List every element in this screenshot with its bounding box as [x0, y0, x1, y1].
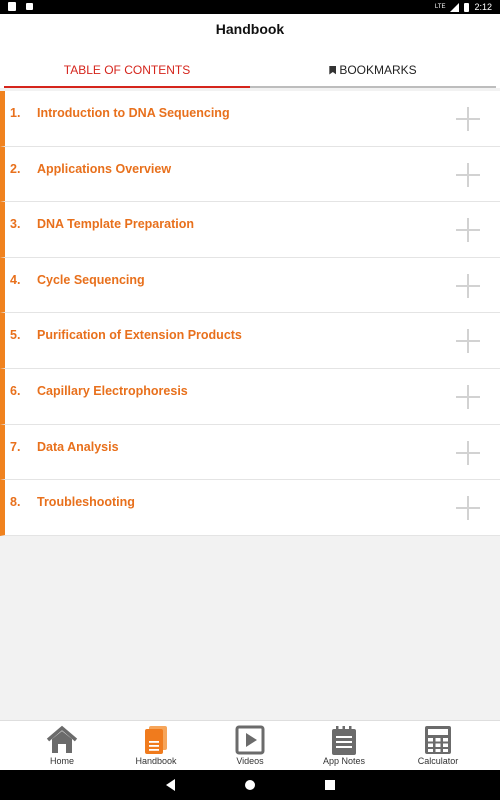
toc-item[interactable]: 2. Applications Overview: [0, 146, 500, 203]
toc-item[interactable]: 8. Troubleshooting: [0, 480, 500, 536]
tab-table-of-contents[interactable]: TABLE OF CONTENTS: [4, 54, 250, 88]
sd-card-icon: [8, 2, 16, 11]
toc-title: Data Analysis: [37, 439, 119, 454]
expand-plus-icon[interactable]: [456, 218, 480, 243]
toc-number: 5.: [10, 328, 21, 343]
status-bar: LTE 2:12: [0, 0, 500, 14]
expand-plus-icon[interactable]: [456, 384, 480, 409]
toc-title: Troubleshooting: [37, 495, 135, 510]
video-icon: [235, 725, 265, 755]
clock: 2:12: [474, 2, 492, 12]
toc-number: 8.: [10, 495, 21, 510]
toc-list: 1. Introduction to DNA Sequencing 2. App…: [0, 91, 500, 536]
expand-plus-icon[interactable]: [456, 329, 480, 354]
tab-label: BOOKMARKS: [339, 63, 417, 77]
toc-title: Applications Overview: [37, 161, 172, 176]
toc-title: Capillary Electrophoresis: [37, 383, 188, 398]
home-icon: [46, 725, 78, 753]
tab-label: TABLE OF CONTENTS: [63, 63, 191, 77]
nav-label: App Notes: [322, 756, 366, 766]
nav-handbook[interactable]: Handbook: [106, 721, 206, 771]
nav-label: Videos: [236, 756, 264, 766]
toc-number: 3.: [10, 217, 21, 232]
nav-label: Calculator: [417, 756, 459, 766]
toc-number: 2.: [10, 161, 21, 176]
home-button-icon[interactable]: [245, 780, 255, 790]
bookmark-icon: [329, 65, 337, 75]
toc-item[interactable]: 4. Cycle Sequencing: [0, 257, 500, 314]
toc-number: 6.: [10, 383, 21, 398]
recents-icon[interactable]: [325, 780, 335, 790]
toc-title: Introduction to DNA Sequencing: [37, 106, 230, 120]
expand-plus-icon[interactable]: [456, 496, 480, 521]
expand-plus-icon[interactable]: [456, 162, 480, 187]
bottom-nav: Home Handbook Videos App Notes Calculato…: [0, 720, 500, 770]
battery-icon: [464, 2, 470, 12]
toc-title: Cycle Sequencing: [37, 272, 145, 287]
expand-plus-icon[interactable]: [456, 273, 480, 298]
toc-item[interactable]: 5. Purification of Extension Products: [0, 313, 500, 369]
toc-item[interactable]: 6. Capillary Electrophoresis: [0, 368, 500, 425]
toc-number: 7.: [10, 439, 21, 454]
toc-item[interactable]: 1. Introduction to DNA Sequencing: [0, 91, 500, 147]
page-title: Handbook: [215, 21, 285, 37]
tab-bar: TABLE OF CONTENTS BOOKMARKS: [0, 54, 500, 88]
app-notes-icon: [332, 726, 356, 755]
nav-home[interactable]: Home: [12, 721, 112, 771]
network-type: LTE: [434, 3, 446, 10]
toc-number: 1.: [10, 106, 21, 120]
toc-title: Purification of Extension Products: [37, 328, 242, 343]
nav-label: Handbook: [135, 756, 177, 766]
expand-plus-icon[interactable]: [456, 440, 480, 465]
system-nav-bar: [0, 770, 500, 800]
back-icon[interactable]: [166, 779, 175, 791]
tab-bookmarks[interactable]: BOOKMARKS: [250, 54, 496, 88]
nav-app-notes[interactable]: App Notes: [294, 721, 394, 771]
nav-videos[interactable]: Videos: [200, 721, 300, 771]
expand-plus-icon[interactable]: [456, 107, 480, 131]
calculator-icon: [425, 726, 451, 754]
toc-title: DNA Template Preparation: [37, 217, 194, 232]
toc-item[interactable]: 3. DNA Template Preparation: [0, 202, 500, 258]
nav-calculator[interactable]: Calculator: [388, 721, 488, 771]
handbook-icon: [145, 726, 167, 754]
status-right: LTE 2:12: [435, 1, 492, 13]
status-left: [8, 2, 33, 11]
nav-label: Home: [49, 756, 74, 766]
signal-icon: [450, 2, 460, 12]
app-bar: Handbook: [0, 14, 500, 54]
notification-icon: [26, 3, 33, 10]
toc-item[interactable]: 7. Data Analysis: [0, 424, 500, 481]
toc-number: 4.: [10, 272, 21, 287]
